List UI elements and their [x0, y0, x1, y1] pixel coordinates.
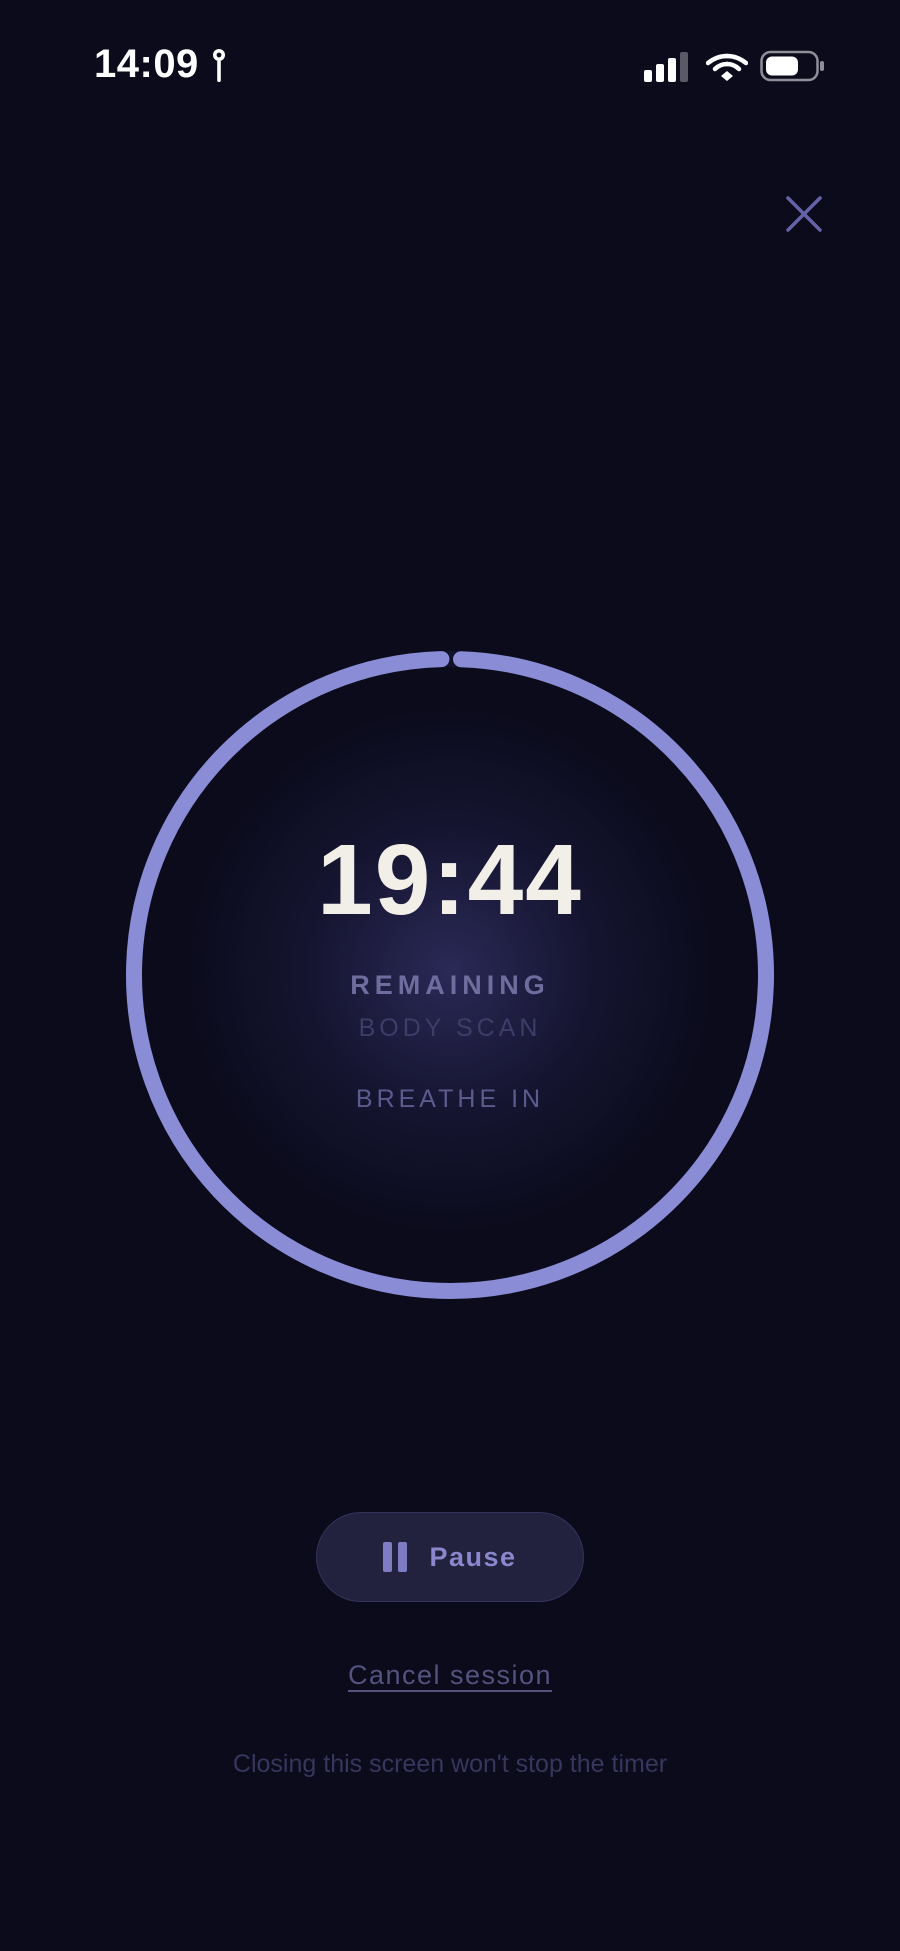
pause-label: Pause [429, 1541, 517, 1572]
timer-remaining-value: 19:44 [317, 824, 583, 936]
battery-icon [760, 50, 824, 82]
close-button[interactable] [774, 184, 834, 244]
breath-cue: BREATHE IN [355, 1085, 545, 1113]
location-pin-icon [213, 49, 225, 82]
wifi-icon [706, 53, 748, 81]
pause-icon [383, 1542, 408, 1572]
status-time: 14:09 [94, 42, 199, 86]
cellular-signal-icon [644, 52, 688, 82]
session-name: BODY SCAN [358, 1014, 542, 1042]
close-icon [786, 196, 822, 232]
pause-button[interactable]: Pause [316, 1512, 584, 1602]
remaining-label: REMAINING [350, 970, 550, 1000]
status-bar: 14:09 [0, 0, 900, 130]
background-timer-note: Closing this screen won't stop the timer [232, 1750, 668, 1778]
cancel-session-link[interactable]: Cancel session [0, 1660, 900, 1691]
